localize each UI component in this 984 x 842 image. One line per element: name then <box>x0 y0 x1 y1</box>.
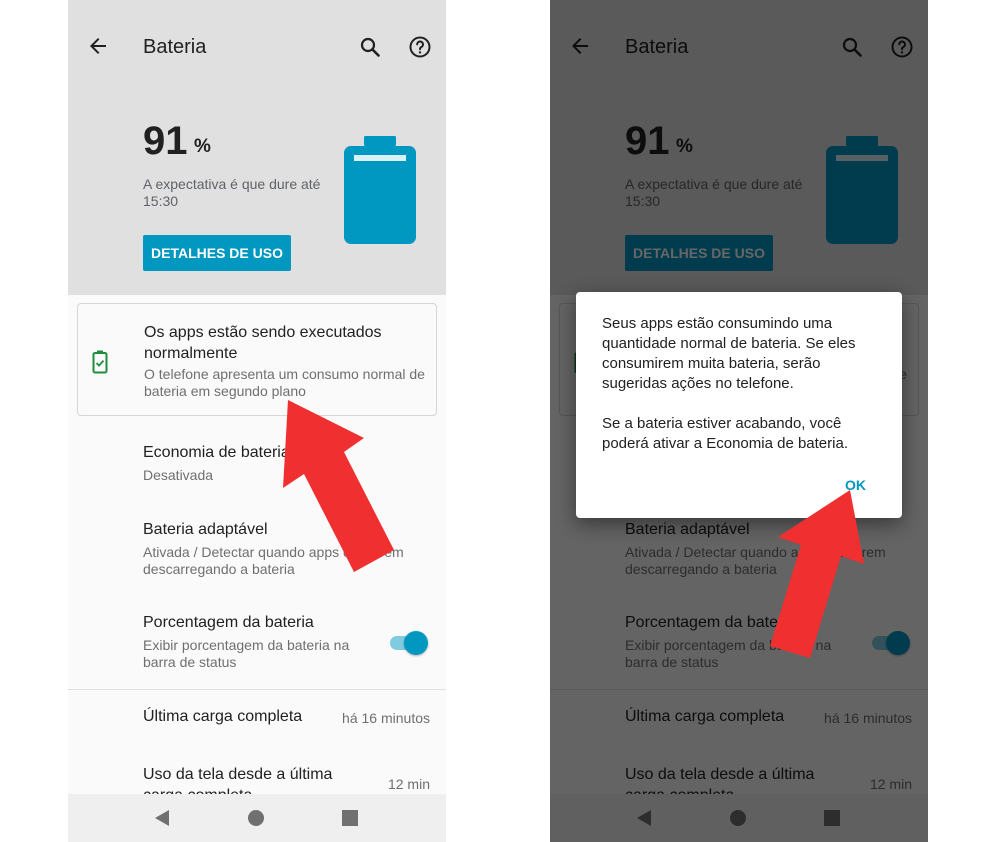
battery-percentage-unit: % <box>194 136 211 157</box>
adaptive-battery-title[interactable]: Bateria adaptável <box>143 521 268 539</box>
nav-back-icon[interactable] <box>153 809 171 827</box>
battery-saver-status: Desativada <box>143 467 214 483</box>
dialog-paragraph-1: Seus apps estão consumindo uma quantidad… <box>602 315 856 392</box>
annotation-arrow-left <box>283 400 394 572</box>
usage-details-button[interactable]: DETALHES DE USO <box>143 235 291 271</box>
navigation-bar <box>68 794 446 842</box>
battery-info-dialog: Seus apps estão consumindo uma quantidad… <box>576 292 902 518</box>
battery-header: Bateria 91 % A expectativa é que dure at… <box>68 0 446 295</box>
annotation-arrow-right <box>770 490 864 658</box>
toggle-thumb <box>404 631 428 655</box>
last-charge-value: há 16 minutos <box>342 710 430 726</box>
help-circle-icon[interactable] <box>408 35 432 59</box>
search-icon[interactable] <box>358 35 382 59</box>
battery-percentage-toggle[interactable] <box>390 631 428 655</box>
battery-check-icon <box>92 350 108 374</box>
battery-percentage-desc: Exibir porcentagem da bateria na barra d… <box>143 637 350 670</box>
apps-status-title: Os apps estão sendo executados normalmen… <box>144 324 382 362</box>
battery-saver-title[interactable]: Economia de bateria <box>143 444 290 462</box>
apps-status-description: O telefone apresenta um consumo normal d… <box>144 366 425 399</box>
top-app-bar: Bateria <box>68 0 446 95</box>
section-divider <box>68 689 446 690</box>
battery-percentage-value: 91 <box>143 119 188 163</box>
dialog-paragraph-2: Se a bateria estiver acabando, você pode… <box>602 415 848 452</box>
arrow-back-icon[interactable] <box>86 34 110 58</box>
page-title: Bateria <box>143 36 207 58</box>
last-charge-label: Última carga completa <box>143 708 303 725</box>
dialog-message: Seus apps estão consumindo uma quantidad… <box>602 314 886 454</box>
screen-usage-value: 12 min <box>387 776 430 792</box>
nav-recents-icon[interactable] <box>342 810 358 826</box>
battery-expectation-text: A expectativa é que dure até 15:30 <box>143 176 321 209</box>
nav-home-icon[interactable] <box>248 810 264 826</box>
battery-icon <box>344 136 416 244</box>
battery-percentage-title[interactable]: Porcentagem da bateria <box>143 614 314 632</box>
phone-screen-right: Bateria 91 % A expectativa é que dure at… <box>550 0 928 842</box>
